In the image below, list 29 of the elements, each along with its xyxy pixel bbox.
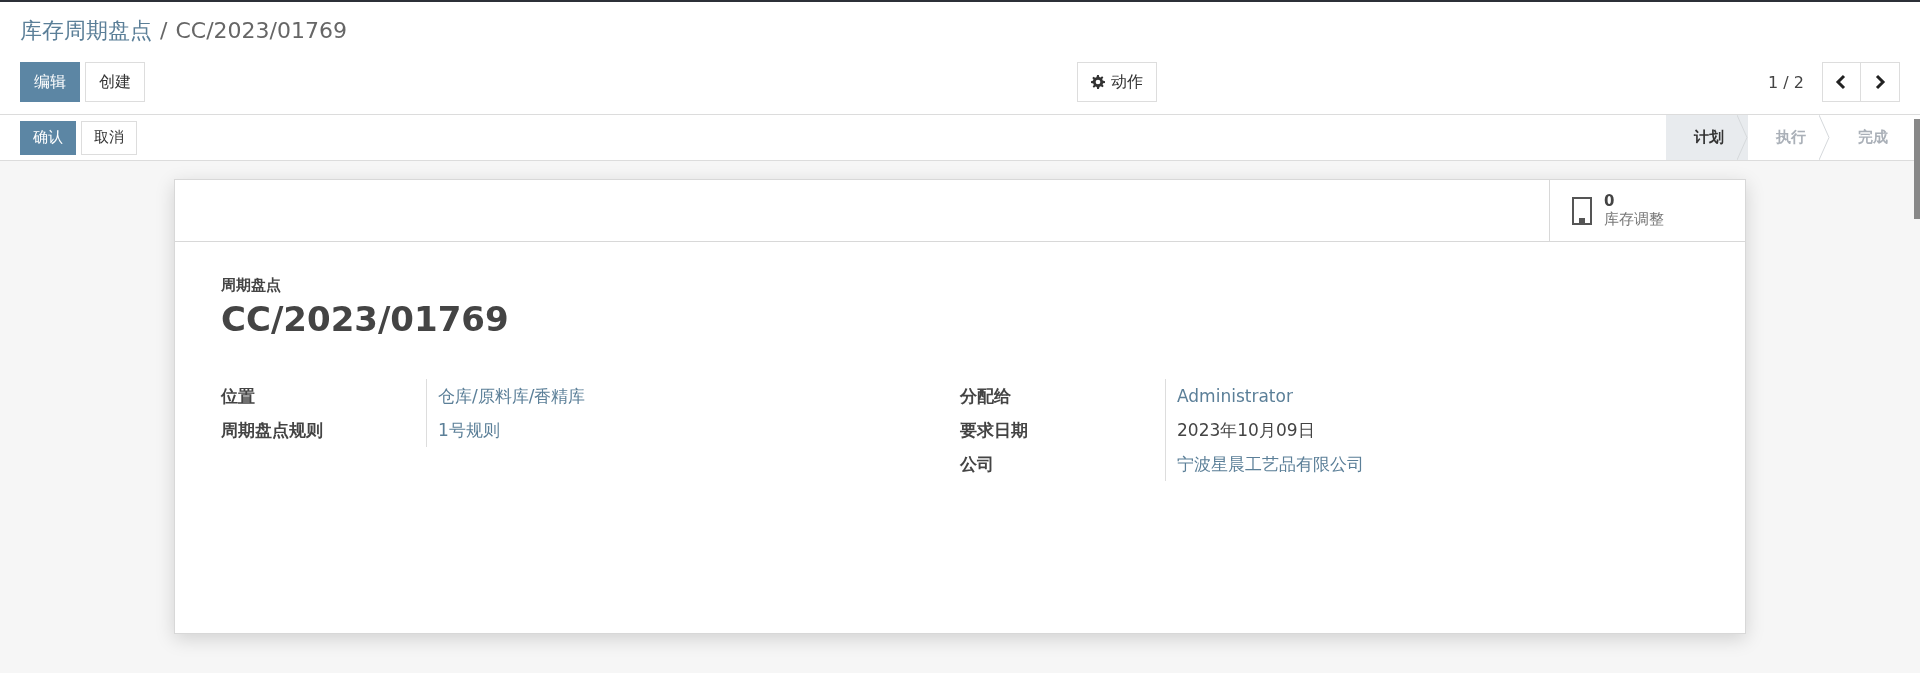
previous-button[interactable] bbox=[1822, 62, 1861, 102]
primary-button[interactable]: 确认 bbox=[20, 120, 76, 155]
record-title: CC/2023/01769 bbox=[221, 299, 510, 339]
chevron-right-icon bbox=[1874, 74, 1886, 90]
breadcrumb-separator: / bbox=[160, 18, 168, 43]
building-icon bbox=[1572, 196, 1592, 225]
chevron-left-icon bbox=[1835, 74, 1848, 90]
field-link[interactable]: 1号规则 bbox=[438, 418, 500, 442]
primary-button[interactable]: 编辑 bbox=[20, 62, 80, 102]
action-dropdown[interactable]: 动作 bbox=[1076, 62, 1157, 102]
field-link[interactable]: Administrator bbox=[1177, 386, 1293, 406]
secondary-button[interactable]: 取消 bbox=[81, 120, 137, 155]
form-subtitle: 周期盘点 bbox=[221, 276, 282, 295]
status-stage[interactable]: 计划 bbox=[1666, 115, 1748, 160]
field-link[interactable]: 仓库/原料库/香精库 bbox=[438, 384, 586, 408]
gear-icon bbox=[1090, 75, 1105, 89]
breadcrumb-current: CC/2023/01769 bbox=[175, 18, 347, 43]
next-button[interactable] bbox=[1861, 62, 1900, 102]
breadcrumb-link[interactable]: 库存周期盘点 bbox=[20, 16, 152, 46]
secondary-button[interactable]: 创建 bbox=[85, 62, 145, 102]
field-link[interactable]: 宁波星晨工艺品有限公司 bbox=[1177, 452, 1364, 476]
pager-counter: 1 / 2 bbox=[1768, 72, 1804, 92]
field-value: 2023年10月09日 bbox=[1177, 418, 1315, 442]
field-label: 周期盘点规则 bbox=[221, 418, 323, 442]
field-label: 分配给 bbox=[960, 384, 1011, 408]
field-label: 要求日期 bbox=[960, 418, 1028, 442]
stat-button[interactable]: 0 库存调整 bbox=[1549, 180, 1745, 241]
field-label: 位置 bbox=[221, 384, 255, 408]
field-label: 公司 bbox=[960, 452, 994, 476]
